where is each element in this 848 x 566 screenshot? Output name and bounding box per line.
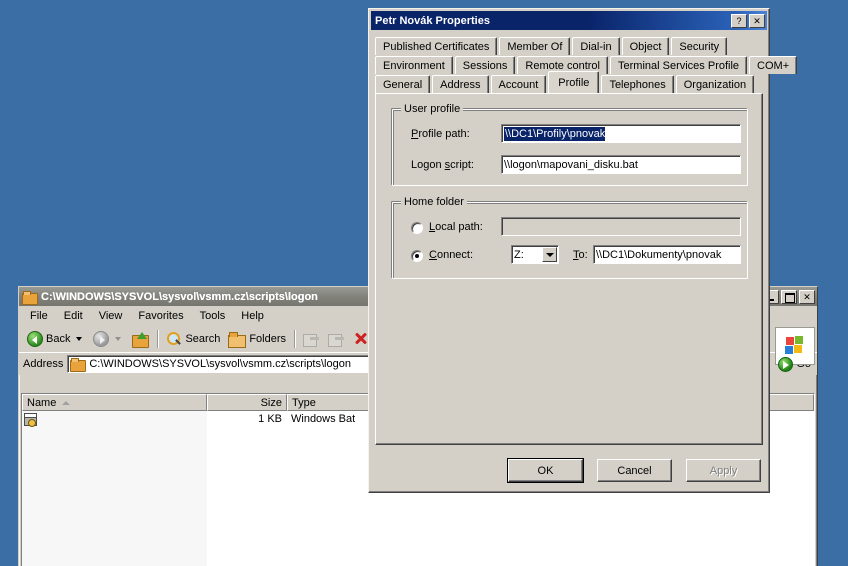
- tab-security[interactable]: Security: [671, 37, 728, 55]
- tab-profile[interactable]: Profile: [548, 71, 600, 93]
- back-icon: [27, 331, 43, 347]
- logon-script-value: \\logon\mapovani_disku.bat: [504, 158, 638, 171]
- menu-item-help[interactable]: Help: [234, 308, 271, 324]
- forward-icon: [93, 331, 110, 347]
- search-label: Search: [185, 333, 221, 345]
- tab-object[interactable]: Object: [621, 37, 670, 55]
- delete-icon: [353, 331, 369, 347]
- profile-path-value: \\DC1\Profily\pnovak: [504, 126, 606, 141]
- close-button[interactable]: ✕: [799, 289, 815, 304]
- tab-terminal-services-profile[interactable]: Terminal Services Profile: [610, 56, 748, 74]
- dialog-title: Petr Novák Properties: [375, 14, 490, 27]
- ok-button[interactable]: OK: [507, 458, 584, 483]
- connect-label: Connect:: [429, 249, 474, 261]
- up-icon: [132, 331, 150, 348]
- dialog-window-buttons: ? ✕: [731, 13, 765, 28]
- dialog-tabstrip[interactable]: Published Certificates Member Of Dial-in…: [369, 30, 798, 93]
- up-button[interactable]: [128, 329, 153, 349]
- home-folder-group: Home folder Local path: Connect: Z: To: …: [392, 196, 748, 279]
- apply-button: Apply: [686, 459, 761, 482]
- maximize-button[interactable]: [781, 289, 797, 304]
- to-label: To:: [573, 249, 588, 261]
- properties-dialog[interactable]: Petr Novák Properties ? ✕ Published Cert…: [368, 8, 798, 493]
- tab-environment[interactable]: Environment: [375, 56, 453, 74]
- profile-tab-panel: User profile Profile path: \\DC1\Profily…: [375, 93, 763, 445]
- drive-letter-select[interactable]: Z:: [511, 245, 559, 264]
- home-folder-caption: Home folder: [401, 196, 467, 208]
- menu-item-edit[interactable]: Edit: [57, 308, 90, 324]
- name-column-background: [22, 411, 207, 566]
- drive-letter-value: Z:: [514, 248, 524, 261]
- tab-address[interactable]: Address: [432, 75, 489, 93]
- forward-dropdown-icon: [115, 337, 122, 341]
- dialog-buttons: OK Cancel Apply: [507, 458, 761, 483]
- batch-file-icon: [24, 412, 37, 427]
- user-profile-group: User profile Profile path: \\DC1\Profily…: [392, 103, 748, 186]
- column-header-name[interactable]: Name: [22, 394, 207, 411]
- address-folder-icon: [70, 357, 87, 372]
- logon-script-label: Logon script:: [411, 159, 474, 171]
- dialog-titlebar[interactable]: Petr Novák Properties ? ✕: [371, 11, 767, 30]
- tab-published-certificates[interactable]: Published Certificates: [375, 37, 498, 55]
- copy-to-icon: [328, 332, 345, 347]
- toolbar-separator-1: [157, 330, 159, 348]
- tab-member-of[interactable]: Member Of: [499, 37, 571, 55]
- menu-item-file[interactable]: File: [23, 308, 55, 324]
- help-button[interactable]: ?: [731, 13, 747, 28]
- explorer-window-buttons: ✕: [763, 289, 815, 304]
- local-path-label: Local path:: [429, 221, 483, 233]
- back-dropdown-icon[interactable]: [76, 337, 83, 341]
- connect-radio[interactable]: [411, 250, 423, 262]
- close-icon[interactable]: ✕: [749, 13, 765, 28]
- column-header-name-label: Name: [27, 396, 57, 409]
- column-header-size-label: Size: [260, 396, 282, 409]
- local-path-input[interactable]: [501, 217, 741, 236]
- tab-row-1: Published Certificates Member Of Dial-in…: [375, 37, 763, 55]
- forward-button: [89, 329, 128, 349]
- profile-path-label: Profile path:: [411, 128, 470, 140]
- column-header-type-label: Type: [292, 396, 316, 409]
- folders-label: Folders: [249, 333, 287, 345]
- user-profile-caption: User profile: [401, 103, 464, 115]
- folder-icon: [22, 290, 38, 305]
- tab-com-plus[interactable]: COM+: [749, 56, 798, 74]
- copy-to-button: [324, 330, 349, 349]
- search-icon: [166, 331, 182, 347]
- tab-organization[interactable]: Organization: [675, 75, 755, 93]
- file-size-cell: 1 KB: [258, 413, 282, 425]
- menu-item-favorites[interactable]: Favorites: [131, 308, 190, 324]
- folders-button[interactable]: Folders: [224, 329, 290, 349]
- address-label: Address: [23, 358, 64, 370]
- tab-general[interactable]: General: [375, 75, 431, 93]
- tab-row-3: General Address Account Profile Telephon…: [375, 71, 763, 93]
- cancel-button[interactable]: Cancel: [597, 459, 672, 482]
- to-path-input[interactable]: \\DC1\Dokumenty\pnovak: [593, 245, 741, 264]
- logon-script-input[interactable]: \\logon\mapovani_disku.bat: [501, 155, 741, 174]
- folders-icon: [228, 331, 247, 348]
- profile-path-input[interactable]: \\DC1\Profily\pnovak: [501, 124, 741, 143]
- windows-flag-icon: [784, 336, 806, 356]
- menu-item-tools[interactable]: Tools: [193, 308, 233, 324]
- back-button[interactable]: Back: [23, 329, 89, 349]
- tab-account[interactable]: Account: [490, 75, 547, 93]
- move-to-button: [299, 330, 324, 349]
- local-path-radio[interactable]: [411, 222, 423, 234]
- back-label: Back: [46, 333, 71, 345]
- address-value: C:\WINDOWS\SYSVOL\sysvol\vsmm.cz\scripts…: [89, 358, 351, 370]
- tab-dial-in[interactable]: Dial-in: [572, 37, 620, 55]
- to-path-value: \\DC1\Dokumenty\pnovak: [596, 248, 722, 261]
- search-button[interactable]: Search: [162, 329, 224, 349]
- chevron-down-icon[interactable]: [542, 247, 557, 262]
- explorer-title: C:\WINDOWS\SYSVOL\sysvol\vsmm.cz\scripts…: [41, 290, 318, 303]
- move-to-icon: [303, 332, 320, 347]
- column-header-size[interactable]: Size: [207, 394, 287, 411]
- toolbar-separator-2: [294, 330, 296, 348]
- sort-ascending-icon: [62, 400, 71, 405]
- menu-item-view[interactable]: View: [92, 308, 130, 324]
- tab-sessions[interactable]: Sessions: [454, 56, 516, 74]
- go-icon: [778, 356, 794, 372]
- tab-telephones[interactable]: Telephones: [601, 75, 674, 93]
